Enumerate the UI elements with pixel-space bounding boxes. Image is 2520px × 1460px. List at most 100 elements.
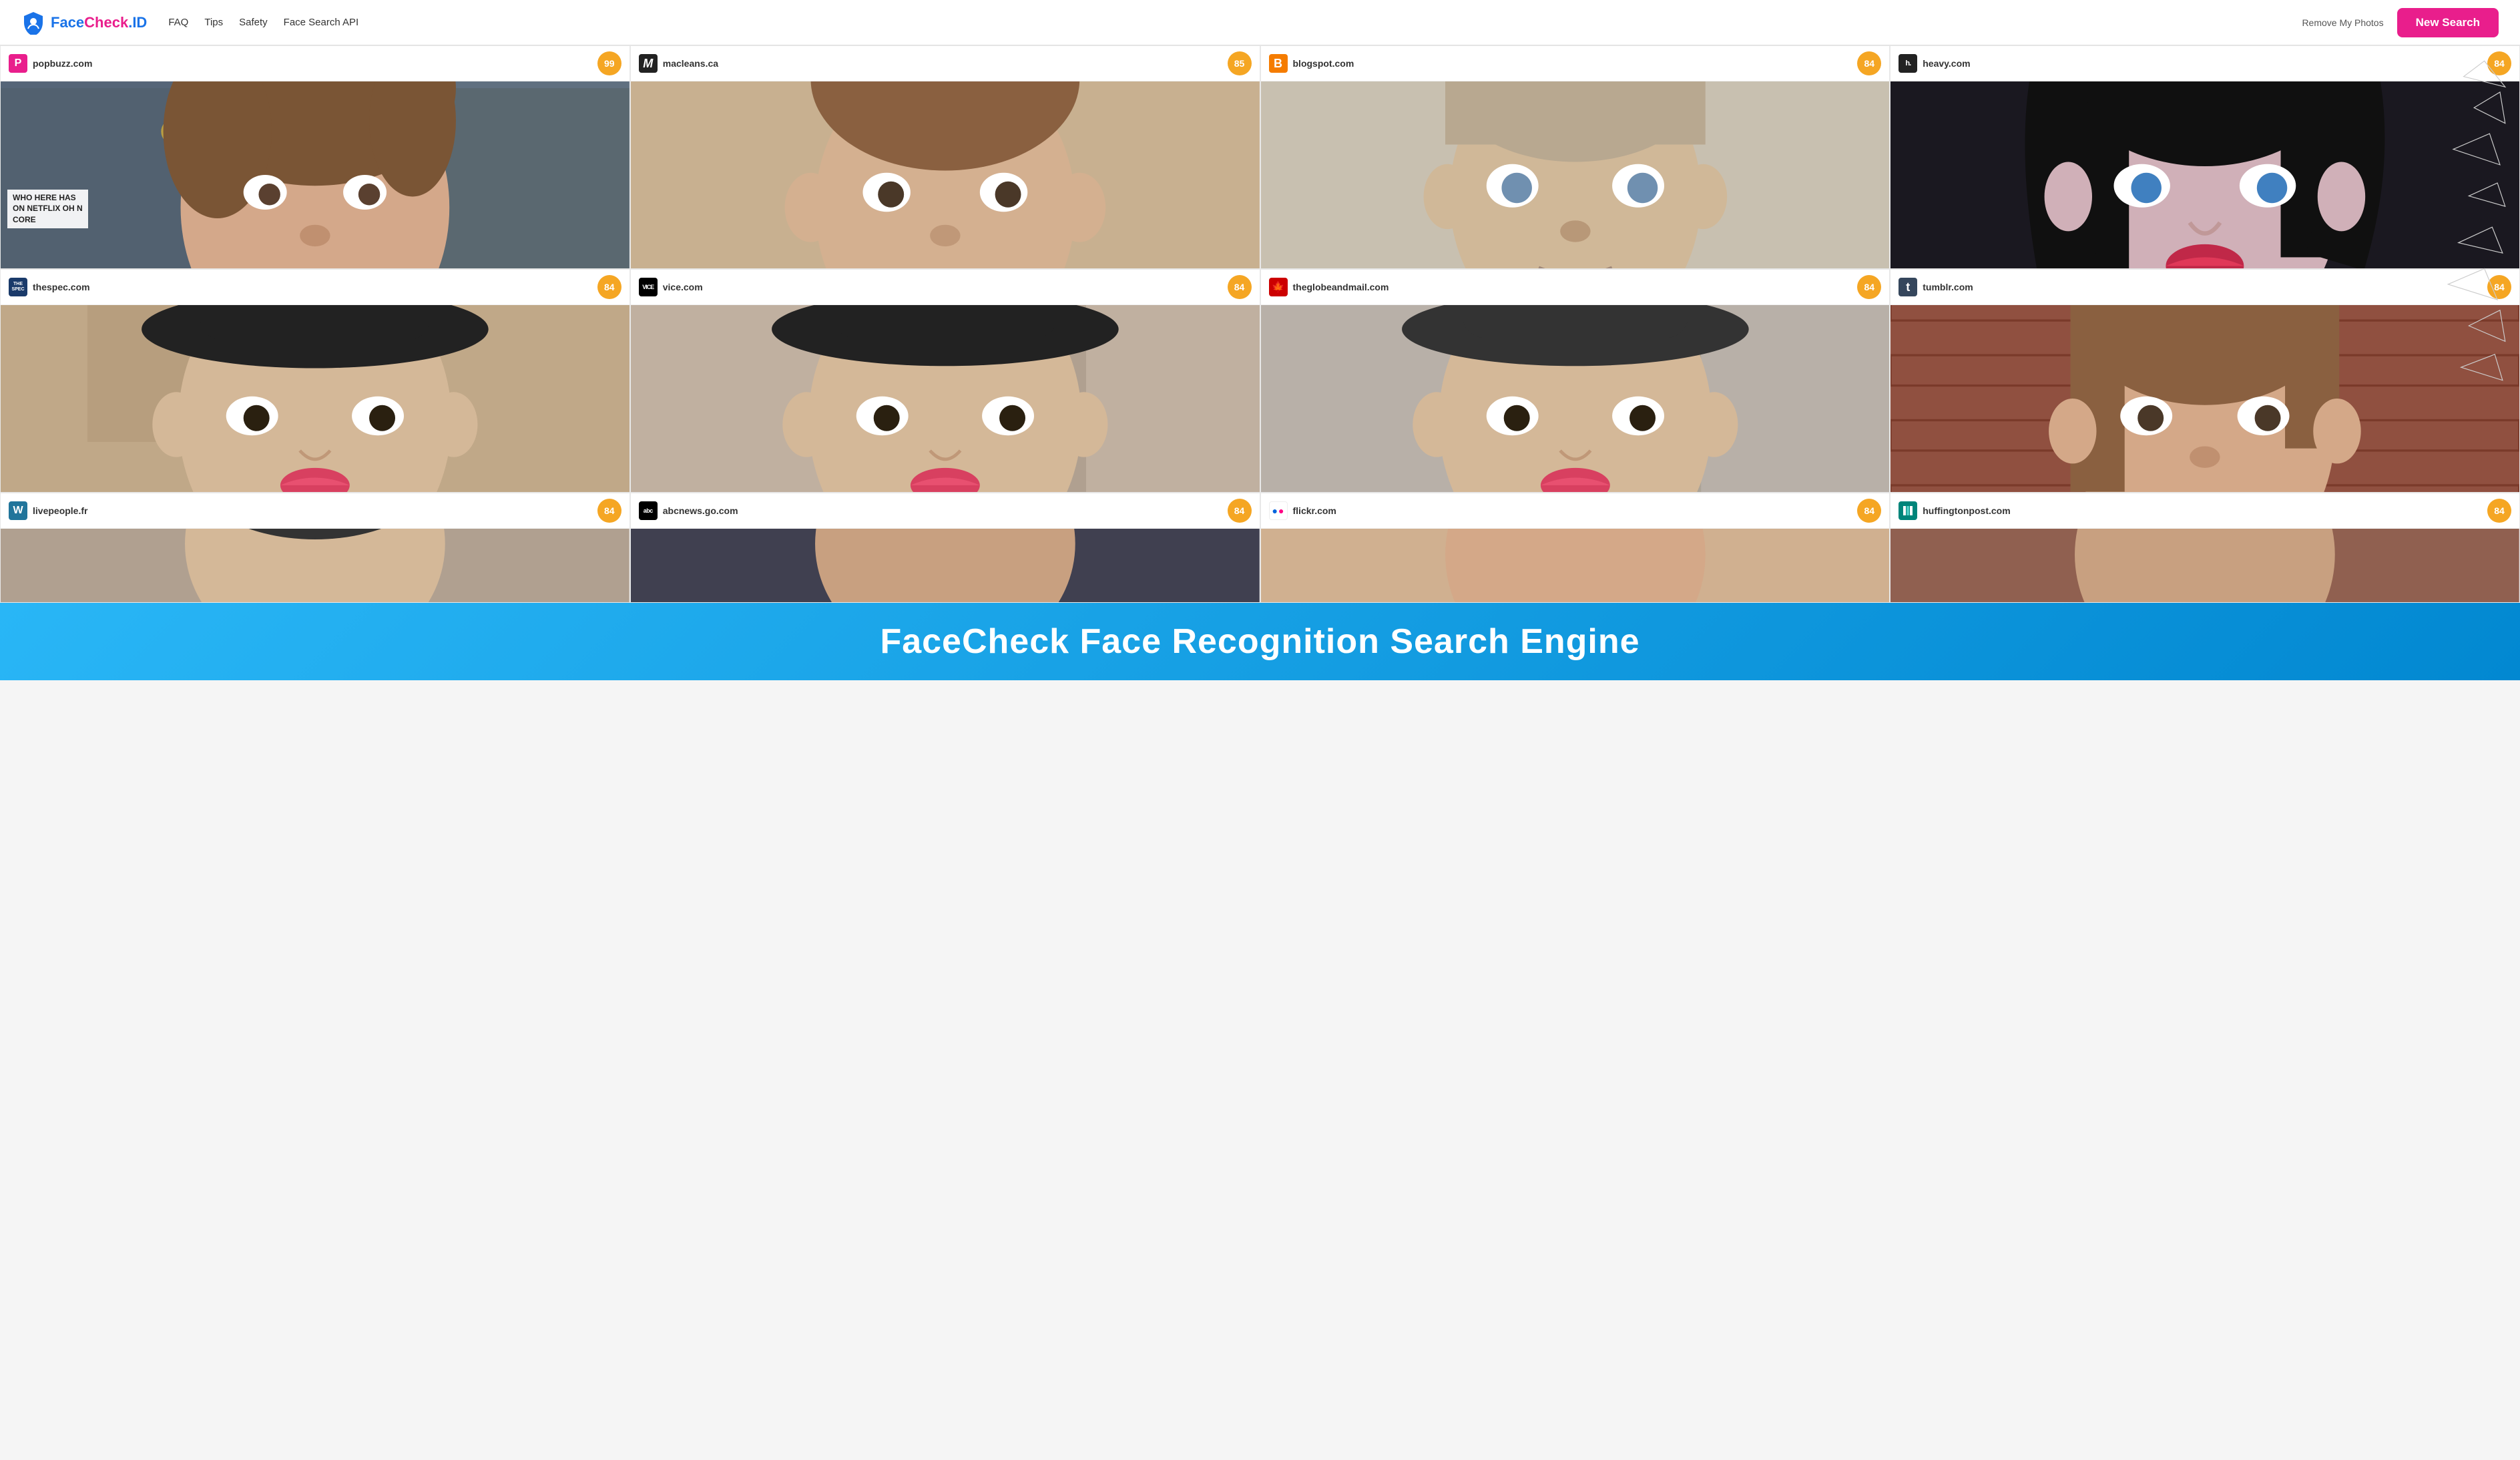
face-illustration xyxy=(1,81,629,268)
result-card[interactable]: THESPEC thespec.com 84 xyxy=(0,269,630,493)
bottom-banner: FaceCheck Face Recognition Search Engine xyxy=(0,603,2520,680)
card-header: h. heavy.com 84 xyxy=(1891,46,2519,81)
result-card[interactable]: M macleans.ca 85 xyxy=(630,45,1260,269)
nav-safety[interactable]: Safety xyxy=(239,17,268,28)
card-image xyxy=(1261,305,1890,492)
face-illustration xyxy=(1891,305,2519,492)
face-illustration xyxy=(1261,529,1890,602)
score-badge: 84 xyxy=(1228,275,1252,299)
score-badge: 84 xyxy=(1857,51,1881,75)
card-image xyxy=(631,81,1260,268)
site-favicon xyxy=(1899,501,1917,520)
site-favicon: abc xyxy=(639,501,658,520)
card-image xyxy=(1,305,629,492)
new-search-button[interactable]: New Search xyxy=(2397,8,2499,37)
card-image xyxy=(631,305,1260,492)
site-name: thespec.com xyxy=(33,282,90,292)
site-info: W livepeople.fr xyxy=(9,501,87,520)
site-favicon: M xyxy=(639,54,658,73)
site-favicon: THESPEC xyxy=(9,278,27,296)
logo-shield-icon xyxy=(21,11,45,35)
site-favicon: h. xyxy=(1899,54,1917,73)
site-info: P popbuzz.com xyxy=(9,54,92,73)
site-name: heavy.com xyxy=(1923,58,1970,69)
score-badge: 84 xyxy=(2487,275,2511,299)
result-card[interactable]: huffingtonpost.com 84 xyxy=(1890,493,2520,603)
site-favicon: B xyxy=(1269,54,1288,73)
card-header: M macleans.ca 85 xyxy=(631,46,1260,81)
logo[interactable]: FaceCheck.ID xyxy=(21,11,147,35)
card-image xyxy=(1261,81,1890,268)
results-grid: P popbuzz.com 99 xyxy=(0,45,2520,603)
site-name: blogspot.com xyxy=(1293,58,1354,69)
huffpost-icon xyxy=(1902,505,1914,517)
score-badge: 84 xyxy=(597,275,621,299)
site-info: ●● flickr.com xyxy=(1269,501,1336,520)
face-illustration xyxy=(631,529,1260,602)
site-info: huffingtonpost.com xyxy=(1899,501,2010,520)
score-badge: 84 xyxy=(1857,499,1881,523)
card-header: abc abcnews.go.com 84 xyxy=(631,493,1260,529)
card-header: 🍁 theglobeandmail.com 84 xyxy=(1261,270,1890,305)
site-info: VICE vice.com xyxy=(639,278,703,296)
card-header: P popbuzz.com 99 xyxy=(1,46,629,81)
header: FaceCheck.ID FAQ Tips Safety Face Search… xyxy=(0,0,2520,45)
face-illustration xyxy=(1891,529,2519,602)
header-left: FaceCheck.ID FAQ Tips Safety Face Search… xyxy=(21,11,358,35)
card-image xyxy=(1891,81,2519,268)
result-card[interactable]: B blogspot.com 84 xyxy=(1260,45,1891,269)
card-header: huffingtonpost.com 84 xyxy=(1891,493,2519,529)
card-header: t tumblr.com 84 xyxy=(1891,270,2519,305)
face-illustration xyxy=(631,81,1260,268)
result-card[interactable]: 🍁 theglobeandmail.com 84 xyxy=(1260,269,1891,493)
site-name: popbuzz.com xyxy=(33,58,92,69)
site-favicon: VICE xyxy=(639,278,658,296)
site-info: h. heavy.com xyxy=(1899,54,1970,73)
logo-text: FaceCheck.ID xyxy=(51,14,147,31)
result-card[interactable]: h. heavy.com 84 xyxy=(1890,45,2520,269)
logo-check-text: Check xyxy=(84,14,128,31)
face-illustration xyxy=(1261,81,1890,268)
banner-text: FaceCheck Face Recognition Search Engine xyxy=(880,622,1640,662)
score-badge: 84 xyxy=(597,499,621,523)
nav: FAQ Tips Safety Face Search API xyxy=(168,17,358,28)
remove-my-photos-link[interactable]: Remove My Photos xyxy=(2302,17,2383,28)
card-header: W livepeople.fr 84 xyxy=(1,493,629,529)
site-favicon: P xyxy=(9,54,27,73)
site-favicon: W xyxy=(9,501,27,520)
face-illustration xyxy=(1,305,629,492)
site-name: vice.com xyxy=(663,282,703,292)
card-image xyxy=(1261,529,1890,602)
score-badge: 84 xyxy=(2487,51,2511,75)
result-card[interactable]: W livepeople.fr 84 xyxy=(0,493,630,603)
result-card[interactable]: t tumblr.com 84 xyxy=(1890,269,2520,493)
result-card[interactable]: P popbuzz.com 99 xyxy=(0,45,630,269)
score-badge: 99 xyxy=(597,51,621,75)
nav-faq[interactable]: FAQ xyxy=(168,17,188,28)
site-name: tumblr.com xyxy=(1923,282,1973,292)
logo-id-text: .ID xyxy=(128,14,147,31)
nav-face-search-api[interactable]: Face Search API xyxy=(284,17,359,28)
face-illustration xyxy=(1891,81,2519,268)
score-badge: 84 xyxy=(2487,499,2511,523)
site-favicon: 🍁 xyxy=(1269,278,1288,296)
card-image xyxy=(1,529,629,602)
site-name: abcnews.go.com xyxy=(663,505,738,516)
site-info: B blogspot.com xyxy=(1269,54,1354,73)
site-info: abc abcnews.go.com xyxy=(639,501,738,520)
site-info: M macleans.ca xyxy=(639,54,718,73)
site-info: 🍁 theglobeandmail.com xyxy=(1269,278,1389,296)
site-info: THESPEC thespec.com xyxy=(9,278,90,296)
result-card[interactable]: abc abcnews.go.com 84 xyxy=(630,493,1260,603)
site-name: theglobeandmail.com xyxy=(1293,282,1389,292)
site-name: macleans.ca xyxy=(663,58,718,69)
card-header: B blogspot.com 84 xyxy=(1261,46,1890,81)
card-header: VICE vice.com 84 xyxy=(631,270,1260,305)
result-card[interactable]: ●● flickr.com 84 xyxy=(1260,493,1891,603)
nav-tips[interactable]: Tips xyxy=(204,17,223,28)
score-badge: 84 xyxy=(1228,499,1252,523)
card-image: WHO HERE HASON NETFLIX OH NCORE xyxy=(1,81,629,268)
result-card[interactable]: VICE vice.com 84 xyxy=(630,269,1260,493)
face-illustration xyxy=(1261,305,1890,492)
site-name: flickr.com xyxy=(1293,505,1336,516)
